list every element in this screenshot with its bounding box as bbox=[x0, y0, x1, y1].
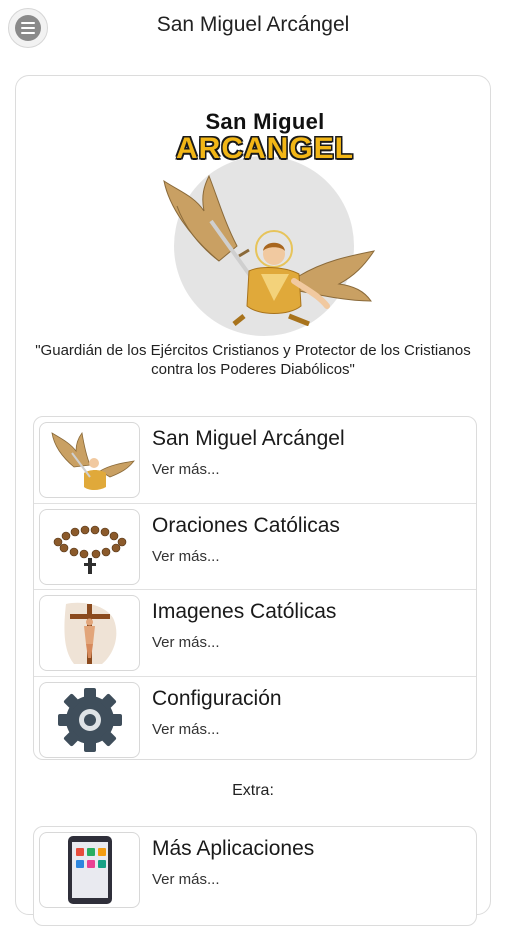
archangel-illustration bbox=[163, 174, 376, 326]
hero-logo: San Miguel ARCANGEL bbox=[149, 106, 381, 336]
menu-item-configuracion[interactable]: Configuración Ver más... bbox=[34, 677, 476, 763]
menu-item-subtitle: Ver más... bbox=[152, 871, 220, 888]
logo-line-2: ARCANGEL bbox=[176, 132, 354, 165]
extra-label: Extra: bbox=[232, 782, 274, 799]
menu-item-subtitle: Ver más... bbox=[152, 720, 220, 738]
menu-item-title: San Miguel Arcángel bbox=[152, 427, 345, 450]
menu-item-subtitle: Ver más... bbox=[152, 461, 220, 478]
menu-item-subtitle: Ver más... bbox=[152, 547, 220, 565]
quote-text: "Guardián de los Ejércitos Cristianos y … bbox=[35, 342, 471, 378]
extra-menu: Más Aplicaciones Ver más... bbox=[33, 826, 477, 926]
page-title: San Miguel Arcángel bbox=[156, 13, 350, 36]
menu-item-title: Más Aplicaciones bbox=[152, 837, 315, 860]
menu-item-san-miguel[interactable]: San Miguel Arcángel Ver más... bbox=[34, 417, 476, 504]
menu-item-title: Imagenes Católicas bbox=[152, 600, 337, 623]
menu-item-imagenes[interactable]: Imagenes Católicas Ver más... bbox=[34, 590, 476, 677]
main-menu: San Miguel Arcángel Ver más... Oraciones… bbox=[33, 416, 477, 760]
crucifix-image bbox=[39, 595, 140, 671]
rosary-image bbox=[39, 508, 140, 585]
menu-item-title: Oraciones Católicas bbox=[152, 513, 340, 537]
apps-tablet-icon bbox=[39, 832, 140, 908]
archangel-image bbox=[39, 422, 140, 498]
menu-item-subtitle: Ver más... bbox=[152, 634, 220, 651]
gear-icon bbox=[39, 681, 140, 758]
menu-item-oraciones[interactable]: Oraciones Católicas Ver más... bbox=[34, 504, 476, 590]
top-bar: San Miguel Arcángel bbox=[0, 0, 506, 54]
main-card: San Miguel ARCANGEL "Guardián de los Ejé… bbox=[15, 75, 491, 926]
menu-item-title: Configuración bbox=[152, 686, 282, 710]
